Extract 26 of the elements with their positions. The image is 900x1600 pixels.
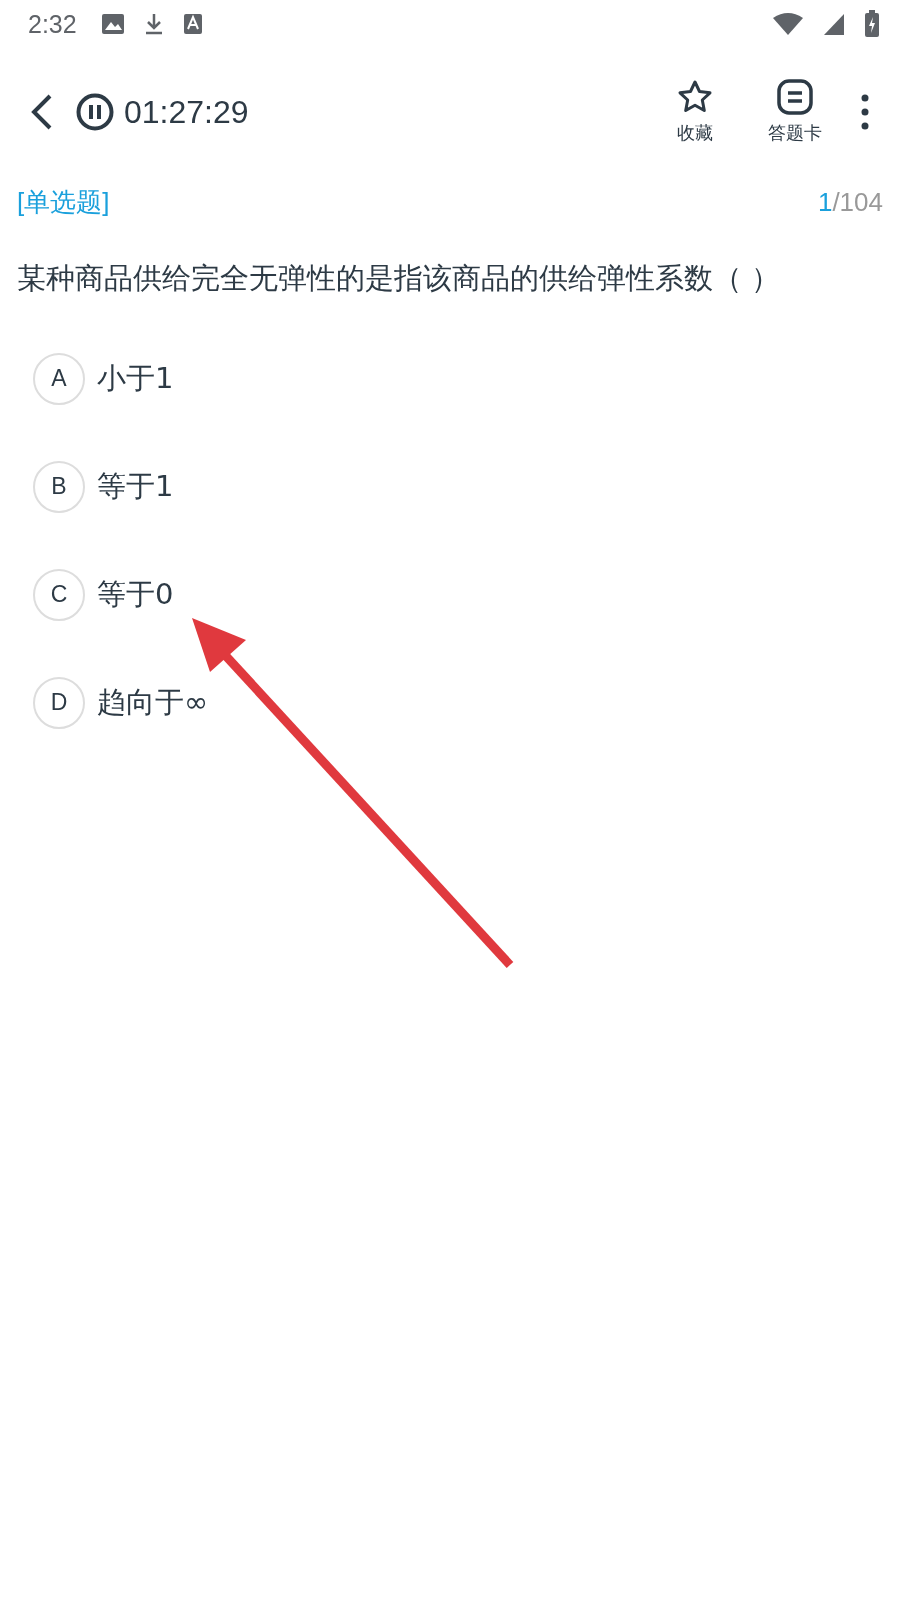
font-icon <box>182 13 203 35</box>
option-letter[interactable]: D <box>33 676 85 729</box>
signal-icon <box>822 12 846 36</box>
question-total: /104 <box>832 186 883 218</box>
option-text[interactable]: 趋向于∞ <box>97 682 209 723</box>
option-letter[interactable]: B <box>33 460 85 513</box>
question-text: 某种商品供给完全无弹性的是指该商品的供给弹性系数（ ） <box>16 260 782 297</box>
option-text[interactable]: 小于1 <box>97 358 174 399</box>
option-text[interactable]: 等于0 <box>97 574 174 615</box>
battery-icon <box>864 10 880 38</box>
image-icon <box>100 13 125 35</box>
favorite-button[interactable]: 收藏 <box>660 79 730 145</box>
star-icon <box>677 79 713 115</box>
question-index: 1 <box>817 186 833 218</box>
timer: 01:27:29 <box>124 93 249 131</box>
question-type: [单选题] <box>17 185 110 219</box>
status-time: 2:32 <box>28 9 77 39</box>
wifi-icon <box>772 12 804 36</box>
answer-card-button[interactable]: 答题卡 <box>760 79 830 145</box>
option-text[interactable]: 等于1 <box>97 466 174 507</box>
more-icon[interactable] <box>860 94 870 130</box>
card-icon <box>777 79 813 115</box>
option-letter[interactable]: A <box>33 352 85 405</box>
back-icon[interactable] <box>30 94 54 130</box>
pause-icon[interactable] <box>76 93 114 131</box>
option-letter[interactable]: C <box>33 568 85 621</box>
